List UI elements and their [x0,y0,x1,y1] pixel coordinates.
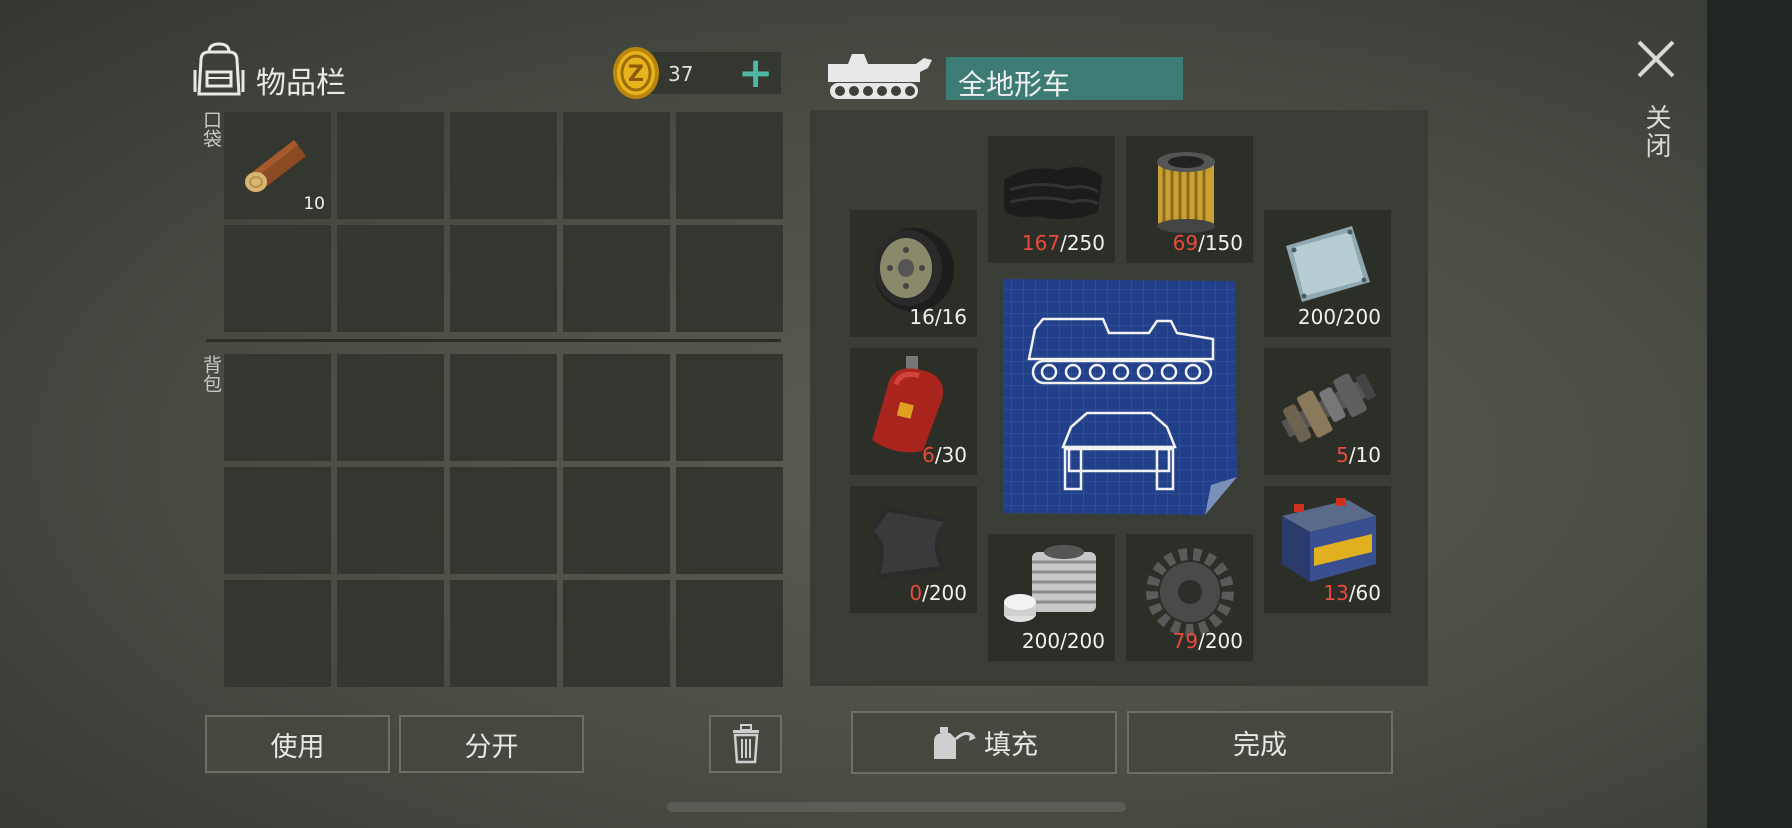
pocket-slot[interactable] [224,225,331,332]
part-quantity: 200/200 [1297,305,1381,329]
backpack-slot[interactable] [563,354,670,461]
gear-part-icon [1146,548,1234,636]
coin-icon: Z [613,47,659,99]
pocket-slot[interactable] [563,225,670,332]
part-quantity: 16/16 [909,305,967,329]
fill-label: 填充 [984,730,1038,761]
backpack-slot[interactable] [224,354,331,461]
part-quantity: 69/150 [1172,231,1243,255]
backpack-slot[interactable] [337,580,444,687]
part-slot-cloth[interactable]: 167/250 [988,136,1115,263]
part-quantity: 79/200 [1172,629,1243,653]
pocket-slot[interactable]: 10 [224,112,331,219]
fill-button[interactable]: 填充 [851,711,1117,774]
delete-button[interactable] [709,715,782,773]
part-slot-gear[interactable]: 79/200 [1126,534,1253,661]
vehicle-blueprint-icon [1003,279,1237,515]
add-coins-button[interactable]: + [738,52,773,94]
backpack-slot[interactable] [450,354,557,461]
backpack-slot[interactable] [450,467,557,574]
part-quantity: 5/10 [1336,443,1381,467]
pocket-grid: 10 [224,112,783,332]
coin-count: 37 [668,62,694,86]
rubber-sheet-icon [868,506,948,580]
backpack-slot[interactable] [676,580,783,687]
backpack-slot[interactable] [224,467,331,574]
svg-text:Z: Z [628,62,644,87]
wood-log-icon [245,140,306,192]
backpack-slot[interactable] [337,467,444,574]
vehicle-name: 全地形车 [958,68,1071,101]
part-quantity: 167/250 [1021,231,1105,255]
trash-icon [732,724,759,764]
all-terrain-vehicle-icon [828,54,932,99]
backpack-slot[interactable] [224,580,331,687]
part-quantity: 0/200 [909,581,967,605]
section-divider [206,339,781,342]
wheel-icon [874,228,954,312]
pocket-slot[interactable] [337,112,444,219]
backpack-slot[interactable] [337,354,444,461]
pocket-slot[interactable] [676,225,783,332]
part-slot-metal-plate[interactable]: 200/200 [1264,210,1391,337]
right-side-strip [1707,0,1792,828]
backpack-icon [193,42,245,96]
engine-cylinder-icon [1004,545,1096,622]
part-quantity: 13/60 [1323,581,1381,605]
cloth-icon [1004,167,1102,220]
backpack-slot[interactable] [563,467,670,574]
part-slot-wheel[interactable]: 16/16 [850,210,977,337]
part-slot-engine-cylinder[interactable]: 200/200 [988,534,1115,661]
part-slot-transmission[interactable]: 5/10 [1264,348,1391,475]
backpack-label: 背包 [200,355,222,393]
close-icon[interactable] [1633,36,1679,82]
backpack-slot[interactable] [450,580,557,687]
use-button[interactable]: 使用 [205,715,390,773]
backpack-slot[interactable] [676,467,783,574]
home-indicator [667,802,1126,812]
pocket-slot[interactable] [563,112,670,219]
backpack-grid [224,354,783,687]
part-quantity: 6/30 [922,443,967,467]
air-filter-icon [1157,152,1215,233]
pocket-slot[interactable] [450,225,557,332]
part-quantity: 200/200 [1021,629,1105,653]
part-slot-rubber-sheet[interactable]: 0/200 [850,486,977,613]
split-button[interactable]: 分开 [399,715,584,773]
item-count: 10 [303,194,325,214]
backpack-slot[interactable] [563,580,670,687]
backpack-slot[interactable] [676,354,783,461]
fill-transfer-icon [934,726,976,759]
part-slot-battery[interactable]: 13/60 [1264,486,1391,613]
battery-icon [1282,498,1376,582]
part-slot-air-filter[interactable]: 69/150 [1126,136,1253,263]
pocket-label: 口袋 [200,110,222,148]
pocket-slot[interactable] [450,112,557,219]
done-button[interactable]: 完成 [1127,711,1393,774]
pocket-slot[interactable] [676,112,783,219]
pocket-slot[interactable] [337,225,444,332]
part-slot-gas-cylinder[interactable]: 6/30 [850,348,977,475]
metal-plate-icon [1286,226,1370,302]
inventory-title: 物品栏 [256,66,346,101]
transmission-icon [1281,373,1376,443]
close-label[interactable]: 关闭 [1638,104,1675,160]
